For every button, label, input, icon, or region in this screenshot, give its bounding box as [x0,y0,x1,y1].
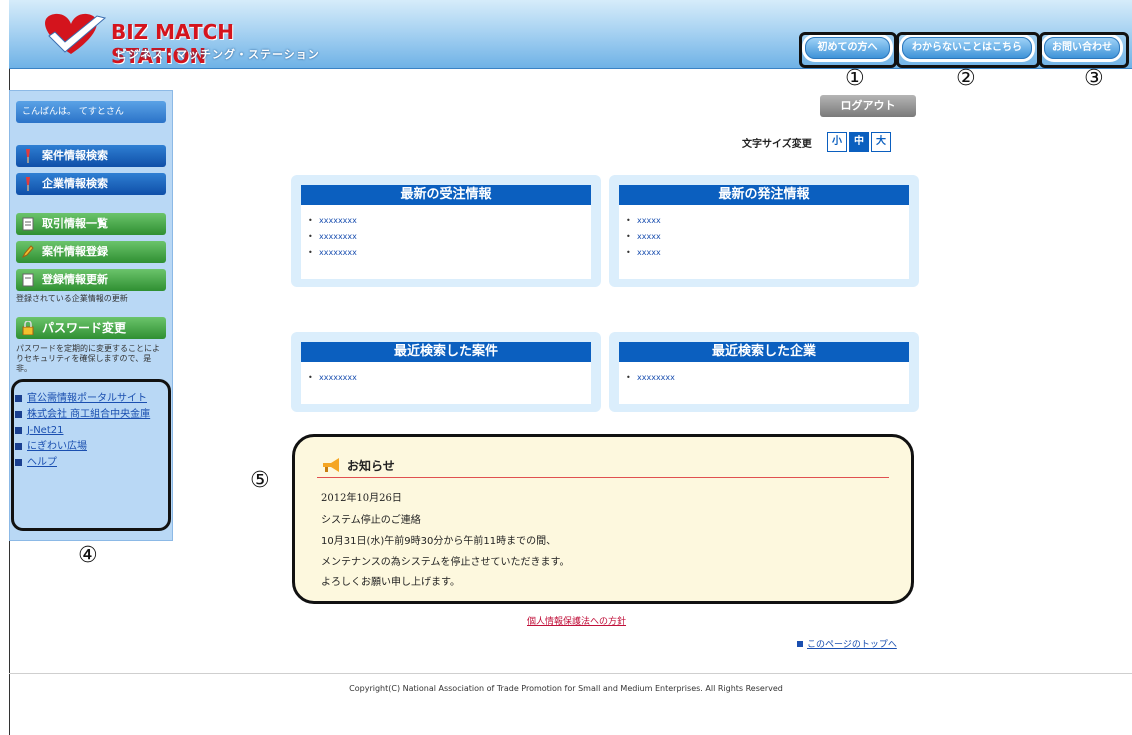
transaction-list-button[interactable]: 取引情報一覧 [16,213,166,235]
notice-box: お知らせ 2012年10月26日 システム停止のご連絡 10月31日(水)午前9… [292,434,914,604]
annotation-2: ② [956,66,976,91]
external-links: 官公需情報ポータルサイト 株式会社 商工組合中央金庫 J-Net21 にぎわい広… [15,393,170,473]
highlight-box-2 [896,32,1040,68]
logout-button[interactable]: ログアウト [820,95,916,117]
annotation-3: ③ [1084,66,1104,91]
document-icon [22,273,34,287]
case-search-label: 案件情報検索 [42,149,108,162]
link-shokochukin[interactable]: 株式会社 商工組合中央金庫 [15,409,162,420]
info-update-button[interactable]: 登録情報更新 [16,269,166,291]
notice-date: 2012年10月26日 [321,493,402,504]
company-search-button[interactable]: 企業情報検索 [16,173,166,195]
list-item[interactable]: xxxxxxxx [301,229,591,245]
recent-companies-panel: 最近検索した企業 xxxxxxxx [609,332,919,412]
recent-companies-title: 最近検索した企業 [619,342,909,362]
latest-received-title: 最新の受注情報 [301,185,591,205]
pin-icon [26,177,30,191]
recent-cases-title: 最近検索した案件 [301,342,591,362]
document-icon [22,217,34,231]
info-update-label: 登録情報更新 [42,273,108,286]
greeting: こんばんは。 てすとさん [16,101,166,123]
footer-divider [9,673,1132,674]
recent-cases-list: xxxxxxxx [301,362,591,404]
latest-ordered-panel: 最新の発注情報 xxxxx xxxxx xxxxx [609,175,919,287]
latest-ordered-list: xxxxx xxxxx xxxxx [619,205,909,279]
list-item[interactable]: xxxxxxxx [301,370,591,386]
highlight-box-3 [1039,32,1129,68]
list-item[interactable]: xxxxxxxx [619,370,909,386]
password-change-button[interactable]: パスワード変更 [16,317,166,339]
list-item[interactable]: xxxxxxxx [301,213,591,229]
case-register-button[interactable]: 案件情報登録 [16,241,166,263]
highlight-box-1 [799,32,897,68]
font-size-medium[interactable]: 中 [849,132,869,152]
company-search-label: 企業情報検索 [42,177,108,190]
password-note: パスワードを定期的に変更することによりセキュリティを確保しますので、是非。 [16,344,160,373]
logo-subtitle: ビジネス・マッチング・ステーション [116,48,320,61]
font-size-small[interactable]: 小 [827,132,847,152]
case-register-label: 案件情報登録 [42,245,108,258]
link-nigiwai[interactable]: にぎわい広場 [15,441,170,452]
lock-icon [22,321,34,335]
list-item[interactable]: xxxxx [619,229,909,245]
link-portal[interactable]: 官公需情報ポータルサイト [15,393,162,404]
notice-line: よろしくお願い申し上げます。 [321,577,460,588]
notice-title: お知らせ [347,459,395,473]
notice-line: 10月31日(水)午前9時30分から午前11時までの間、 [321,536,557,547]
recent-cases-panel: 最近検索した案件 xxxxxxxx [291,332,601,412]
back-to-top-link[interactable]: このページのトップへ [797,637,897,650]
heart-logo-icon [45,13,107,54]
copyright: Copyright(C) National Association of Tra… [349,684,783,693]
notice-line: メンテナンスの為システムを停止させていただきます。 [321,557,570,568]
transaction-list-label: 取引情報一覧 [42,217,108,230]
latest-ordered-title: 最新の発注情報 [619,185,909,205]
annotation-4: ④ [78,543,98,568]
square-icon [797,641,803,647]
case-search-button[interactable]: 案件情報検索 [16,145,166,167]
megaphone-icon [323,458,339,472]
list-item[interactable]: xxxxx [619,245,909,261]
link-jnet21[interactable]: J-Net21 [15,425,170,436]
notice-line: システム停止のご連絡 [321,515,421,526]
info-update-note: 登録されている企業情報の更新 [16,294,128,303]
list-item[interactable]: xxxxxxxx [301,245,591,261]
font-size-large[interactable]: 大 [871,132,891,152]
back-to-top-label: このページのトップへ [807,640,897,650]
latest-received-panel: 最新の受注情報 xxxxxxxx xxxxxxxx xxxxxxxx [291,175,601,287]
annotation-5: ⑤ [250,468,270,493]
privacy-policy-link[interactable]: 個人情報保護法への方針 [527,614,626,627]
notice-divider [317,477,889,478]
recent-companies-list: xxxxxxxx [619,362,909,404]
pencil-icon [22,245,34,259]
annotation-1: ① [845,66,865,91]
list-item[interactable]: xxxxx [619,213,909,229]
latest-received-list: xxxxxxxx xxxxxxxx xxxxxxxx [301,205,591,279]
link-help[interactable]: ヘルプ [15,457,170,468]
pin-icon [26,149,30,163]
site-logo[interactable]: BIZ MATCH STATION ビジネス・マッチング・ステーション [31,6,321,68]
font-size-label: 文字サイズ変更 [742,139,812,150]
password-change-label: パスワード変更 [42,321,127,335]
